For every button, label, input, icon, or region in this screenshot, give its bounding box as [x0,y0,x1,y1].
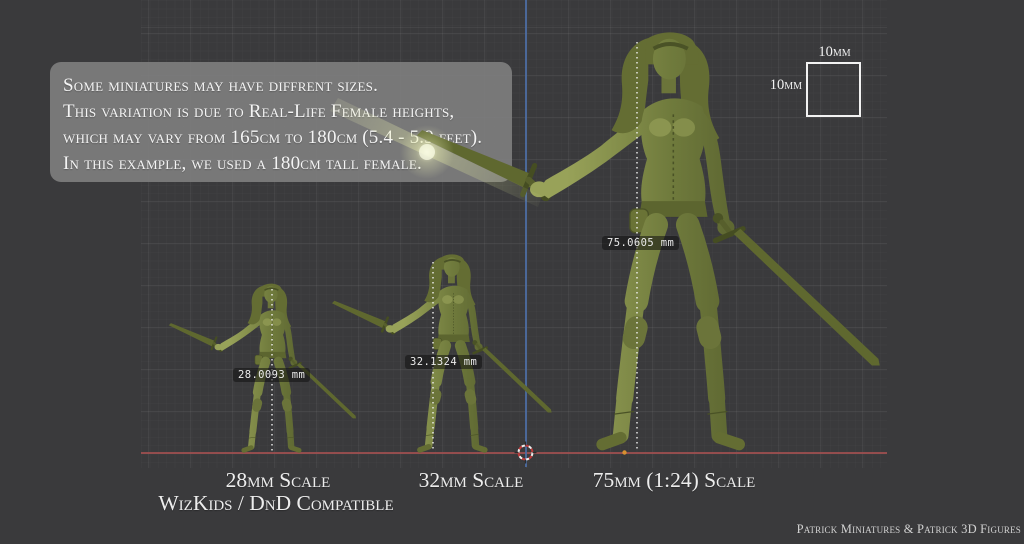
watermark-text: Patrick Miniatures & Patrick 3D Figures [797,522,1021,537]
scale-sublabel-wizkids: WizKids / DnD Compatible [158,492,393,514]
miniature-figure-28mm [169,284,356,451]
measure-endpoint-dot [622,450,626,454]
scale-label-75mm: 75mm (1:24) Scale [593,469,756,491]
sword-glow-effect [330,98,542,207]
miniature-figure-32mm [332,254,552,449]
reference-square-10mm [806,62,861,117]
3d-cursor[interactable] [515,442,537,464]
measurement-label-75mm: 75.0605 mm [602,236,679,250]
scene-canvas [0,0,1024,544]
scale-label-32mm: 32mm Scale [419,469,524,491]
blender-3d-viewport[interactable]: Some miniatures may have diffrent sizes.… [0,0,1024,544]
reference-square-top-label: 10mm [806,44,863,61]
scale-label-28mm: 28mm Scale [226,469,331,491]
reference-square-left-label: 10mm [752,77,802,94]
measurement-label-28mm: 28.0093 mm [233,368,310,382]
measurement-label-32mm: 32.1324 mm [405,355,482,369]
